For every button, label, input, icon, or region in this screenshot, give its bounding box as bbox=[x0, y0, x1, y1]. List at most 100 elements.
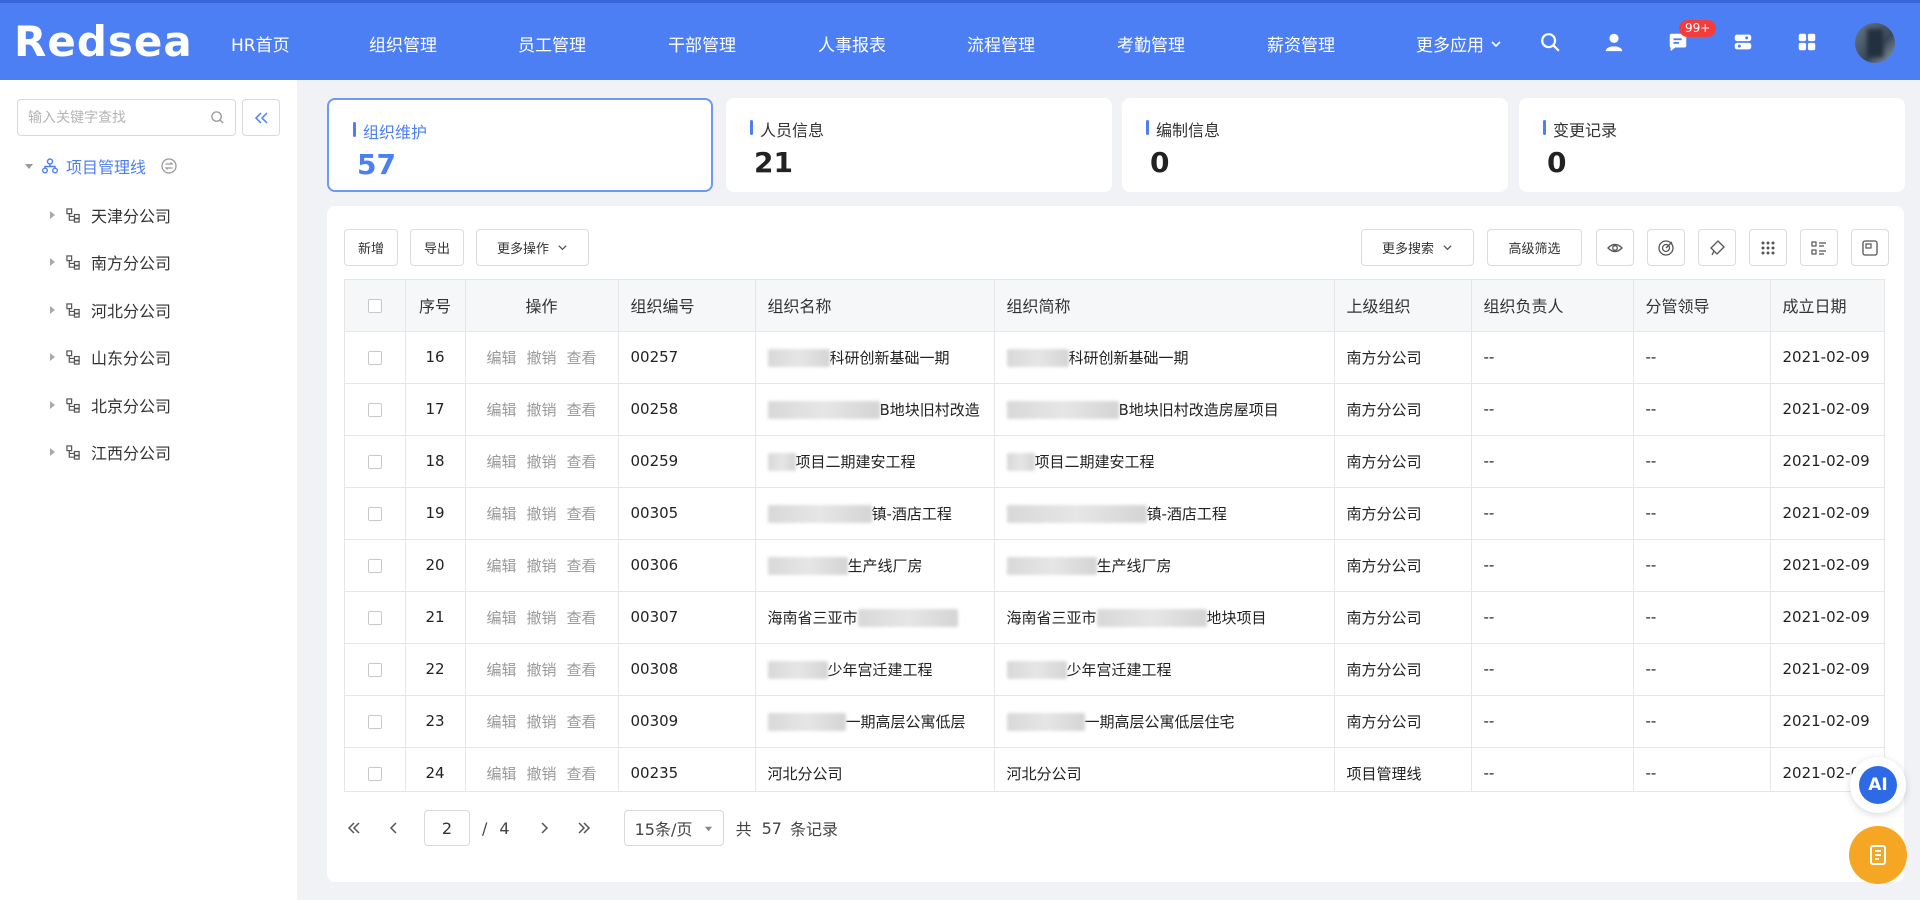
table-row[interactable]: 18 编辑 撤销 查看 00259 项目二期建安工程 项目二期建安工程 南方分公司 … bbox=[345, 435, 1884, 488]
caret-down-icon[interactable] bbox=[24, 161, 34, 171]
target-button[interactable] bbox=[1647, 229, 1685, 266]
row-checkbox[interactable] bbox=[367, 610, 382, 625]
edit-link[interactable]: 编辑 bbox=[486, 713, 516, 731]
nav-attendance-management[interactable]: 考勤管理 bbox=[1117, 31, 1185, 56]
view-link[interactable]: 查看 bbox=[567, 609, 597, 627]
grid-view-button[interactable] bbox=[1749, 229, 1787, 266]
advanced-filter-button[interactable]: 高级筛选 bbox=[1487, 229, 1582, 266]
caret-right-icon[interactable] bbox=[48, 305, 56, 315]
logo[interactable]: Redsea bbox=[14, 17, 193, 67]
revoke-link[interactable]: 撤销 bbox=[526, 505, 556, 523]
table-row[interactable]: 19 编辑 撤销 查看 00305 镇-酒店工程 镇-酒店工程 南方分公司 -- -… bbox=[345, 487, 1884, 540]
revoke-link[interactable]: 撤销 bbox=[526, 401, 556, 419]
card-staffing-info[interactable]: 编制信息 0 bbox=[1122, 98, 1508, 192]
row-checkbox[interactable] bbox=[367, 766, 382, 781]
first-page-icon[interactable] bbox=[344, 818, 364, 838]
revoke-link[interactable]: 撤销 bbox=[526, 661, 556, 679]
tree-item-south[interactable]: 南方分公司 bbox=[48, 250, 171, 274]
tree-item-beijing[interactable]: 北京分公司 bbox=[48, 393, 171, 417]
edit-link[interactable]: 编辑 bbox=[486, 557, 516, 575]
table-row[interactable]: 20 编辑 撤销 查看 00306 生产线厂房 生产线厂房 南方分公司 -- -- … bbox=[345, 539, 1884, 592]
sidebar-search-input[interactable] bbox=[28, 109, 208, 126]
caret-right-icon[interactable] bbox=[48, 400, 56, 410]
row-checkbox[interactable] bbox=[367, 402, 382, 417]
row-checkbox[interactable] bbox=[367, 350, 382, 365]
tree-item-hebei[interactable]: 河北分公司 bbox=[48, 298, 171, 322]
revoke-link[interactable]: 撤销 bbox=[526, 453, 556, 471]
view-toggle-button[interactable] bbox=[1596, 229, 1634, 266]
table-row[interactable]: 17 编辑 撤销 查看 00258 B地块旧村改造 B地块旧村改造房屋项目 南方分公… bbox=[345, 383, 1884, 436]
nav-more-apps[interactable]: 更多应用 bbox=[1416, 31, 1502, 56]
current-page-input[interactable] bbox=[424, 810, 470, 846]
nav-hr-reports[interactable]: 人事报表 bbox=[818, 31, 886, 56]
table-row[interactable]: 24 编辑 撤销 查看 00235 河北分公司 河北分公司 项目管理线 -- -- … bbox=[345, 747, 1884, 791]
table-row[interactable]: 21 编辑 撤销 查看 00307 海南省三亚市 海南省三亚市 地块项目 南方分公司 … bbox=[345, 591, 1884, 644]
view-link[interactable]: 查看 bbox=[567, 713, 597, 731]
avatar[interactable] bbox=[1855, 23, 1895, 63]
fullscreen-button[interactable] bbox=[1851, 229, 1889, 266]
view-link[interactable]: 查看 bbox=[567, 557, 597, 575]
header-org-head[interactable]: 组织负责人 bbox=[1471, 280, 1634, 332]
header-parent-org[interactable]: 上级组织 bbox=[1334, 280, 1472, 332]
view-link[interactable]: 查看 bbox=[567, 505, 597, 523]
revoke-link[interactable]: 撤销 bbox=[526, 557, 556, 575]
tree-item-shandong[interactable]: 山东分公司 bbox=[48, 345, 171, 369]
caret-right-icon[interactable] bbox=[48, 257, 56, 267]
header-founded-date[interactable]: 成立日期 bbox=[1770, 280, 1884, 332]
view-link[interactable]: 查看 bbox=[567, 453, 597, 471]
card-org-maintenance[interactable]: 组织维护 57 bbox=[327, 98, 713, 192]
row-checkbox[interactable] bbox=[367, 558, 382, 573]
caret-right-icon[interactable] bbox=[48, 210, 56, 220]
page-size-select[interactable]: 15条/页 bbox=[623, 810, 724, 846]
caret-right-icon[interactable] bbox=[48, 352, 56, 362]
last-page-icon[interactable] bbox=[574, 818, 594, 838]
prev-page-icon[interactable] bbox=[384, 818, 404, 838]
nav-employee-management[interactable]: 员工管理 bbox=[518, 31, 586, 56]
add-button[interactable]: 新增 bbox=[344, 229, 398, 266]
edit-link[interactable]: 编辑 bbox=[486, 453, 516, 471]
settings-circle-icon[interactable] bbox=[160, 157, 178, 175]
collapse-sidebar-button[interactable] bbox=[242, 99, 280, 136]
ai-assistant-button[interactable]: AI bbox=[1850, 757, 1906, 813]
card-change-records[interactable]: 变更记录 0 bbox=[1519, 98, 1905, 192]
row-checkbox[interactable] bbox=[367, 714, 382, 729]
edit-link[interactable]: 编辑 bbox=[486, 765, 516, 783]
list-view-button[interactable] bbox=[1800, 229, 1838, 266]
revoke-link[interactable]: 撤销 bbox=[526, 609, 556, 627]
view-link[interactable]: 查看 bbox=[567, 349, 597, 367]
switch-icon[interactable] bbox=[1730, 29, 1756, 55]
more-search-button[interactable]: 更多搜索 bbox=[1361, 229, 1474, 266]
row-checkbox[interactable] bbox=[367, 662, 382, 677]
nav-process-management[interactable]: 流程管理 bbox=[967, 31, 1035, 56]
nav-cadre-management[interactable]: 干部管理 bbox=[668, 31, 736, 56]
nav-hr-home[interactable]: HR首页 bbox=[231, 31, 290, 56]
revoke-link[interactable]: 撤销 bbox=[526, 765, 556, 783]
nav-salary-management[interactable]: 薪资管理 bbox=[1267, 31, 1335, 56]
search-icon[interactable] bbox=[210, 110, 225, 125]
header-no[interactable]: 序号 bbox=[405, 280, 466, 332]
view-link[interactable]: 查看 bbox=[567, 765, 597, 783]
table-row[interactable]: 23 编辑 撤销 查看 00309 一期高层公寓低层 一期高层公寓低层住宅 南方分公… bbox=[345, 695, 1884, 748]
row-checkbox[interactable] bbox=[367, 454, 382, 469]
caret-right-icon[interactable] bbox=[48, 447, 56, 457]
header-org-name[interactable]: 组织名称 bbox=[755, 280, 995, 332]
more-operations-button[interactable]: 更多操作 bbox=[476, 229, 589, 266]
card-personnel-info[interactable]: 人员信息 21 bbox=[726, 98, 1112, 192]
revoke-link[interactable]: 撤销 bbox=[526, 713, 556, 731]
next-page-icon[interactable] bbox=[534, 818, 554, 838]
view-link[interactable]: 查看 bbox=[567, 661, 597, 679]
clear-button[interactable] bbox=[1698, 229, 1736, 266]
revoke-link[interactable]: 撤销 bbox=[526, 349, 556, 367]
edit-link[interactable]: 编辑 bbox=[486, 349, 516, 367]
export-button[interactable]: 导出 bbox=[410, 229, 464, 266]
tree-item-tianjin[interactable]: 天津分公司 bbox=[48, 203, 171, 227]
edit-link[interactable]: 编辑 bbox=[486, 505, 516, 523]
header-org-code[interactable]: 组织编号 bbox=[618, 280, 756, 332]
tree-item-jiangxi[interactable]: 江西分公司 bbox=[48, 440, 171, 464]
view-link[interactable]: 查看 bbox=[567, 401, 597, 419]
user-icon[interactable] bbox=[1601, 29, 1627, 55]
edit-link[interactable]: 编辑 bbox=[486, 401, 516, 419]
tree-root-project-line[interactable]: 项目管理线 bbox=[24, 154, 178, 178]
nav-org-management[interactable]: 组织管理 bbox=[369, 31, 437, 56]
header-org-short-name[interactable]: 组织简称 bbox=[994, 280, 1335, 332]
